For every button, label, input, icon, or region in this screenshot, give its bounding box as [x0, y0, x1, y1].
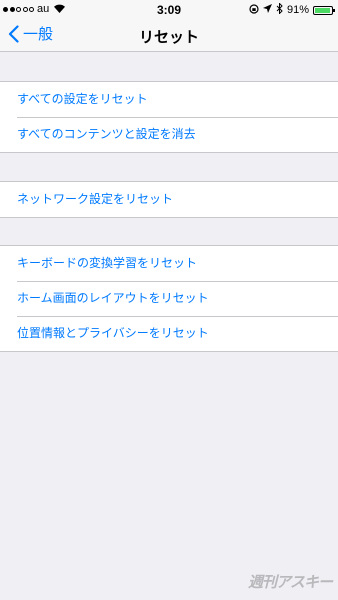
status-bar: au 3:09 91%: [0, 0, 338, 20]
location-arrow-icon: [262, 4, 272, 16]
reset-home-screen-layout-button[interactable]: ホーム画面のレイアウトをリセット: [0, 281, 338, 316]
bluetooth-icon: [276, 2, 283, 17]
reset-keyboard-dictionary-button[interactable]: キーボードの変換学習をリセット: [0, 246, 338, 281]
battery-icon: [313, 5, 335, 15]
battery-percent: 91%: [286, 4, 309, 16]
reset-location-privacy-button[interactable]: 位置情報とプライバシーをリセット: [0, 316, 338, 351]
reset-network-settings-button[interactable]: ネットワーク設定をリセット: [0, 182, 338, 217]
navigation-bar: 一般 リセット: [0, 20, 338, 52]
reset-group-2: ネットワーク設定をリセット: [0, 181, 338, 218]
erase-all-content-button[interactable]: すべてのコンテンツと設定を消去: [0, 117, 338, 152]
reset-group-1: すべての設定をリセット すべてのコンテンツと設定を消去: [0, 81, 338, 153]
page-title: リセット: [138, 28, 199, 46]
watermark-logo: 週刊アスキー: [247, 573, 333, 591]
lock-rotation-icon: [249, 3, 259, 17]
reset-group-3: キーボードの変換学習をリセット ホーム画面のレイアウトをリセット 位置情報とプラ…: [0, 245, 338, 352]
reset-all-settings-button[interactable]: すべての設定をリセット: [0, 82, 338, 117]
